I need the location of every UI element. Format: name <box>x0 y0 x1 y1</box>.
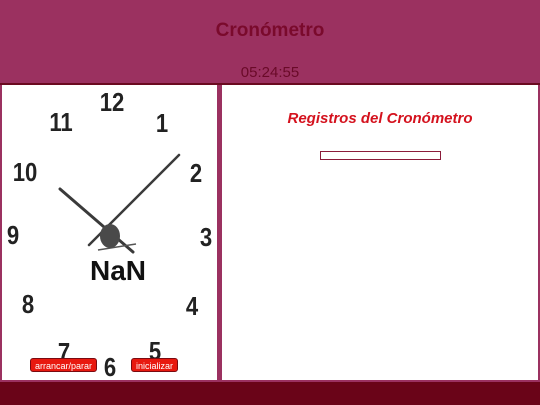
clock-panel: 12 1 2 3 4 5 6 7 8 9 10 11 NaN arrancar/… <box>2 85 217 380</box>
clock-hands <box>58 153 181 254</box>
registros-panel: Registros del Cronómetro <box>222 85 538 380</box>
start-stop-button[interactable]: arrancar/parar <box>30 358 97 372</box>
clock-readout: NaN <box>89 255 147 286</box>
hour-hand <box>58 187 135 254</box>
footer-bar <box>0 382 540 405</box>
registros-title: Registros del Cronómetro <box>287 110 473 127</box>
reset-button[interactable]: inicializar <box>131 358 178 372</box>
registros-field[interactable] <box>320 151 441 160</box>
time-display: 05:24:55 <box>240 64 300 81</box>
header-bar: Cronómetro 05:24:55 <box>0 0 540 84</box>
page-title: Cronómetro <box>215 20 325 41</box>
clock-center-hub <box>100 224 120 248</box>
